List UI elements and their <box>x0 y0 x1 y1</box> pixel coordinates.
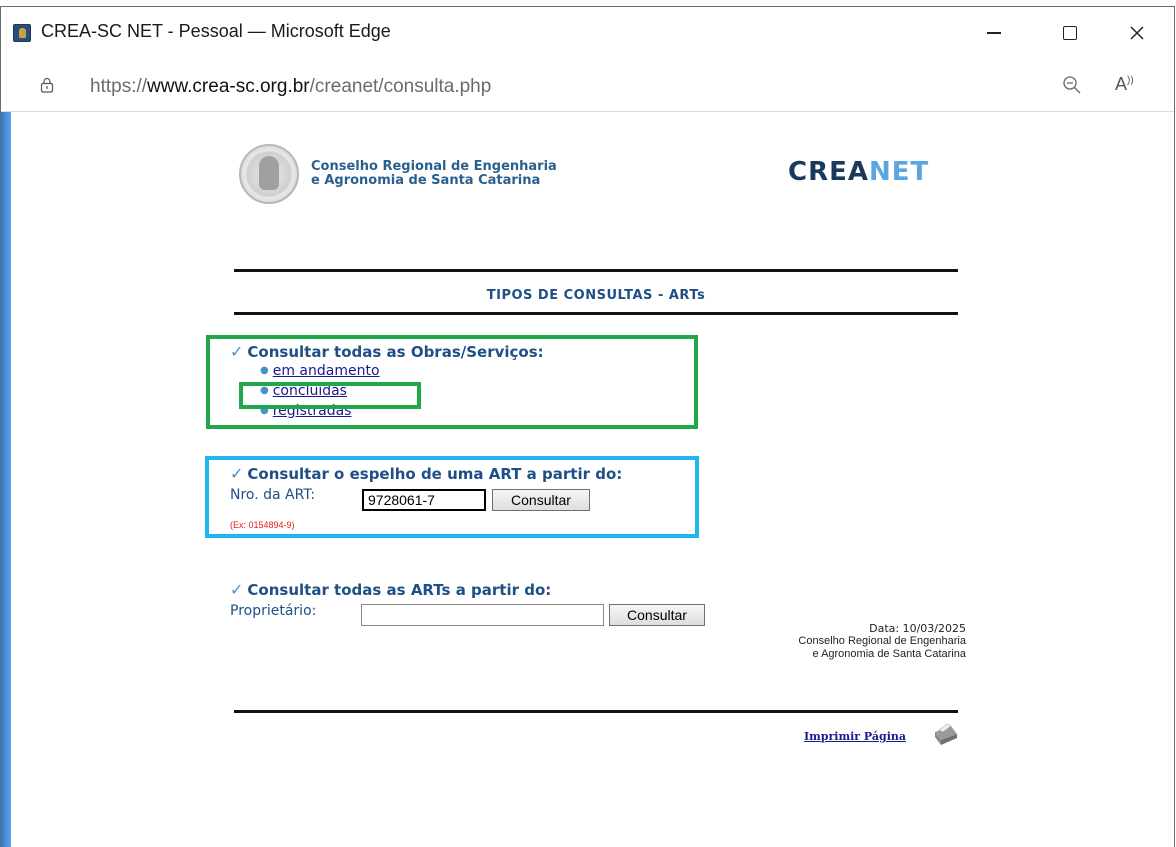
divider-top <box>234 269 958 272</box>
footer-date: Data: 10/03/2025 <box>869 622 966 635</box>
section-title: TIPOS DE CONSULTAS - ARTs <box>486 288 706 303</box>
browser-window: CREA-SC NET - Pessoal — Microsoft Edge h… <box>0 6 1175 847</box>
link-em-andamento[interactable]: em andamento <box>273 363 380 379</box>
printer-icon[interactable] <box>929 722 959 748</box>
maximize-icon <box>1063 26 1077 40</box>
minimize-icon <box>987 32 1001 34</box>
creanet-brand: CREANET <box>788 157 929 187</box>
page-content: Conselho Regional de Engenharia e Agrono… <box>1 112 1174 847</box>
title-bar: CREA-SC NET - Pessoal — Microsoft Edge <box>1 7 1174 57</box>
espelho-heading: Consultar o espelho de uma ART a partir … <box>247 465 623 483</box>
crea-seal-logo <box>239 144 299 204</box>
bullet-icon: ● <box>260 365 269 376</box>
check-icon: ✓ <box>230 580 244 599</box>
brand-part1: CREA <box>788 157 869 187</box>
consultar-proprietario-button[interactable]: Consultar <box>609 604 705 626</box>
url-host: www.crea-sc.org.br <box>147 76 310 97</box>
left-accent-bar <box>1 112 11 847</box>
url-prefix: https:// <box>90 76 148 97</box>
maximize-button[interactable] <box>1047 15 1093 51</box>
art-number-input[interactable]: 9728061-7 <box>362 489 486 511</box>
check-icon: ✓ <box>230 464 244 483</box>
address-bar: https://www.crea-sc.org.br/creanet/consu… <box>1 59 1174 112</box>
divider-bottom <box>234 710 958 713</box>
footer-info: Data: 10/03/2025 Conselho Regional de En… <box>798 622 966 661</box>
art-example-text: (Ex: 0154894-9) <box>230 520 295 530</box>
crea-logo-banner: Conselho Regional de Engenharia e Agrono… <box>229 136 613 210</box>
zoom-out-icon[interactable] <box>1062 75 1082 95</box>
close-icon <box>1130 26 1144 40</box>
url-path: /creanet/consulta.php <box>309 76 492 97</box>
brand-part2: NET <box>868 157 930 187</box>
read-aloud-icon[interactable]: A)) <box>1115 74 1137 96</box>
proprietario-input[interactable] <box>361 604 604 626</box>
close-button[interactable] <box>1114 15 1160 51</box>
list-item: ● em andamento <box>260 361 544 381</box>
divider-under-title <box>234 312 958 315</box>
obras-heading: Consultar todas as Obras/Serviços: <box>247 343 544 361</box>
proprietario-heading: Consultar todas as ARTs a partir do: <box>247 581 552 599</box>
minimize-button[interactable] <box>971 15 1017 51</box>
url-field[interactable]: https://www.crea-sc.org.br/creanet/consu… <box>90 76 491 98</box>
highlight-concluidas-box <box>239 382 421 409</box>
print-page-link[interactable]: Imprimir Página <box>804 730 906 743</box>
check-icon: ✓ <box>230 342 244 361</box>
window-title: CREA-SC NET - Pessoal — Microsoft Edge <box>41 21 391 41</box>
consultar-art-button[interactable]: Consultar <box>492 489 590 511</box>
lock-icon[interactable] <box>40 77 54 93</box>
org-name: Conselho Regional de Engenharia e Agrono… <box>311 159 557 188</box>
footer-org: Conselho Regional de Engenharia e Agrono… <box>798 635 966 660</box>
crea-app-icon <box>13 24 31 42</box>
